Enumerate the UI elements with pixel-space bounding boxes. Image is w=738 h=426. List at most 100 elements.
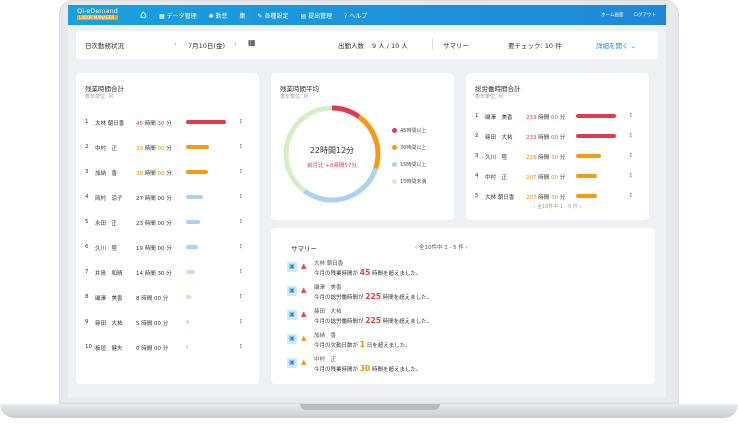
level-bar xyxy=(186,220,200,224)
legend-swatch xyxy=(392,128,397,133)
nav-aggregate[interactable]: 集 xyxy=(240,11,246,20)
warning-icon: ▲ xyxy=(301,334,307,342)
next-page-icon[interactable]: › xyxy=(464,245,468,251)
nav-label: ヘルプ xyxy=(349,12,368,20)
prev-date-icon[interactable]: ‹ xyxy=(174,40,177,48)
gear-icon: ✱ xyxy=(208,12,216,20)
level-bar xyxy=(576,194,597,198)
warning-icon: ▲ xyxy=(301,286,307,294)
hours: 228 xyxy=(526,155,537,161)
legend-item: 15時間以上 xyxy=(392,161,426,168)
nav-help[interactable]: ? ヘルプ xyxy=(344,11,367,20)
hours: 23 xyxy=(136,221,143,227)
more-options-icon[interactable]: ⋮ xyxy=(628,193,634,199)
logo-subtitle: LABOR MANAGER xyxy=(77,15,118,20)
summary-item[interactable]: ▣ ▲ 加納 香今月の欠勤日数が 1 日を超えました。 xyxy=(287,330,627,350)
more-options-icon[interactable]: ⋮ xyxy=(238,169,244,175)
hours: 0 xyxy=(136,346,140,352)
app-logo: Qi-eDemand LABOR MANAGER xyxy=(77,8,118,22)
time-value: 207 時間 30 分 xyxy=(526,193,565,201)
summary-item[interactable]: ▣ ▲ 篠田 大祐 今月の総労働時間が 225 時間を超えました。 xyxy=(287,306,627,326)
more-options-icon[interactable]: ⋮ xyxy=(238,319,244,325)
employee-name: 中村 正 xyxy=(485,175,508,181)
app-screen: Qi-eDemand LABOR MANAGER ⌂ ▦ データ管理 ✱ 勤怠 … xyxy=(68,5,666,398)
alert-message: 今月の欠勤日数が 1 日を超えました。 xyxy=(314,340,411,349)
nav-submission[interactable]: ▤ 提出管理 xyxy=(301,11,333,20)
hours: 207 xyxy=(526,195,537,201)
ranking-row: 3 加納 香 38 時間 00 分 ⋮ xyxy=(76,169,259,179)
attendance-label: 出勤人数 xyxy=(338,42,364,50)
message-suffix: 時間を超えました。 xyxy=(371,367,422,373)
hours: 233 xyxy=(526,135,537,141)
nav-settings[interactable]: ✎ 各種設定 xyxy=(258,11,289,20)
minutes: 00 xyxy=(551,135,559,141)
minutes-unit: 分 xyxy=(166,121,172,127)
message-prefix: 今月の総労働時間が xyxy=(314,319,364,325)
employee-name: 加納 香 xyxy=(95,171,118,177)
home-icon[interactable]: ⌂ xyxy=(140,5,147,25)
attendance-value: 9 人 / 10 人 xyxy=(372,42,408,50)
level-bar xyxy=(186,320,189,324)
hours: 14 xyxy=(136,271,143,277)
message-prefix: 今月の残業時間が xyxy=(314,271,359,277)
calendar-icon[interactable]: ▦ xyxy=(248,38,256,47)
more-options-icon[interactable]: ⋮ xyxy=(238,119,244,125)
hours-unit: 時間 xyxy=(538,175,550,181)
next-page-icon[interactable]: › xyxy=(578,204,582,210)
time-value: 233 時間 00 分 xyxy=(526,133,565,141)
nav-attendance[interactable]: ✱ 勤怠 xyxy=(209,11,228,20)
employee-name: 久川 陸 xyxy=(95,246,118,252)
employee-name: 篠田 大祐 xyxy=(485,135,513,141)
top-navigation-bar: Qi-eDemand LABOR MANAGER ⌂ ▦ データ管理 ✱ 勤怠 … xyxy=(68,5,666,25)
ranking-row: 5 大林 朝日香 207 時間 30 分 ⋮ xyxy=(466,193,649,203)
hours-unit: 時間 xyxy=(538,155,550,161)
donut-center-value: 22時間12分 xyxy=(309,146,355,155)
time-value: 38 時間 00 分 xyxy=(136,169,172,177)
level-bar xyxy=(186,145,209,149)
more-options-icon[interactable]: ⋮ xyxy=(628,113,634,119)
more-options-icon[interactable]: ⋮ xyxy=(628,133,634,139)
divider xyxy=(432,38,433,50)
employee-icon: ▣ xyxy=(287,310,297,320)
message-suffix: 時間を超えました。 xyxy=(382,295,433,301)
minutes: 00 xyxy=(157,221,165,227)
next-date-icon[interactable]: › xyxy=(234,40,237,48)
alert-message: 今月の総労働時間が 225 時間を超えました。 xyxy=(314,292,432,301)
details-link[interactable]: 詳細を開く ⌄ xyxy=(596,40,636,50)
more-options-icon[interactable]: ⋮ xyxy=(628,173,634,179)
more-options-icon[interactable]: ⋮ xyxy=(238,269,244,275)
more-options-icon[interactable]: ⋮ xyxy=(238,144,244,150)
legend-label: 15時間未満 xyxy=(400,179,427,185)
threshold-value: 45 xyxy=(359,268,371,277)
overtime-average-card: 残業時間平均 表示単位: 月 22時間12分 前月比 +6時間57分 45時間以… xyxy=(271,73,454,220)
more-options-icon[interactable]: ⋮ xyxy=(238,194,244,200)
nav-data-management[interactable]: ▦ データ管理 xyxy=(159,11,197,20)
minutes: 30 xyxy=(551,195,559,201)
home-screen-link[interactable]: ホーム画面 xyxy=(601,12,623,18)
employee-name: 大林 朝日香 xyxy=(485,195,515,201)
summary-label: サマリー xyxy=(443,42,469,50)
time-value: 45 時間 30 分 xyxy=(136,119,172,127)
card-title: 残業時間平均 xyxy=(280,85,319,93)
more-options-icon[interactable]: ⋮ xyxy=(238,219,244,225)
more-options-icon[interactable]: ⋮ xyxy=(628,153,634,159)
more-options-icon[interactable]: ⋮ xyxy=(238,294,244,300)
more-options-icon[interactable]: ⋮ xyxy=(238,244,244,250)
time-value: 207 時間 00 分 xyxy=(526,173,565,181)
rank: 4 xyxy=(85,194,89,200)
legend-item: 30時間以上 xyxy=(392,144,426,151)
employee-name: 井鳥 和晴 xyxy=(95,271,123,277)
ranking-row: 3 久川 陸 228 時間 30 分 ⋮ xyxy=(466,153,649,163)
chevron-down-icon: ⌄ xyxy=(630,42,637,50)
summary-item[interactable]: ▣ ▲ 中村 正今月の残業時間が 30 時間を超えました。 xyxy=(287,354,627,374)
ranking-row: 5 永田 正 23 時間 00 分 ⋮ xyxy=(76,219,259,229)
more-options-icon[interactable]: ⋮ xyxy=(238,344,244,350)
ranking-row: 4 岡村 涼子 27 時間 00 分 ⋮ xyxy=(76,194,259,204)
summary-item[interactable]: ▣ ▲ 大林 朝日香 今月の残業時間が 45 時間を超えました。 xyxy=(287,258,627,278)
logout-link[interactable]: ログアウト xyxy=(634,12,657,18)
rank: 2 xyxy=(85,144,89,150)
card-unit: 表示単位: 月 xyxy=(475,94,504,100)
summary-item[interactable]: ▣ ▲ 磯澤 美香 今月の総労働時間が 225 時間を超えました。 xyxy=(287,282,627,302)
time-value: 27 時間 00 分 xyxy=(136,194,172,202)
time-value: 233 時間 00 分 xyxy=(526,113,565,121)
